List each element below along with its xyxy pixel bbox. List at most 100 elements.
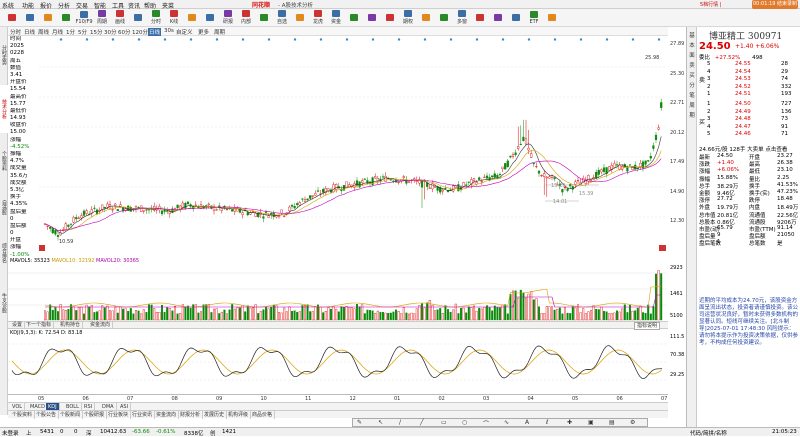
quote-side-tab-4[interactable]: 买 <box>687 71 697 79</box>
period-8[interactable]: 60分 <box>118 28 131 36</box>
toolbar-button-30[interactable] <box>544 10 560 25</box>
quote-side-tab-5[interactable]: 分 <box>687 81 697 89</box>
period-0[interactable]: 分时 <box>10 28 21 36</box>
quote-side-tab-2[interactable]: 面 <box>687 51 697 59</box>
toolbar-button-20[interactable] <box>364 10 380 25</box>
ask-row[interactable]: 1 24.51 193 <box>699 91 799 99</box>
indicator-help-button[interactable]: 指标说明 <box>633 322 660 330</box>
quote-side-tab-8[interactable]: 期 <box>687 111 697 119</box>
period-13[interactable]: 更多 <box>198 28 209 36</box>
left-tab-profile[interactable]: 个股资料 <box>0 139 8 183</box>
big-order-hint[interactable]: 24.66元/股 128手 大卖单 点击查看 <box>699 145 799 153</box>
bid-row[interactable]: 1 24.50 727 <box>699 101 799 109</box>
draw-tool-icon-10[interactable]: ✚ <box>567 419 572 426</box>
bid-row[interactable]: 5 24.46 71 <box>699 131 799 139</box>
quote-side-tab-0[interactable]: 基 <box>687 31 697 39</box>
draw-tool-icon-12[interactable]: ▤ <box>609 419 615 426</box>
left-tab-fenshi[interactable]: 分时走势 <box>0 31 8 79</box>
ask-row[interactable]: 3 24.53 74 <box>699 76 799 84</box>
info-tab-3[interactable]: 个股研报 <box>82 411 108 419</box>
toolbar-button-5[interactable]: 周期 <box>94 10 110 25</box>
toolbar-button-11[interactable] <box>202 10 218 25</box>
toolbar-button-3[interactable] <box>58 10 74 25</box>
toolbar-button-9[interactable]: K线 <box>166 10 182 25</box>
bid-row[interactable]: 3 24.48 73 <box>699 116 799 124</box>
toolbar-button-8[interactable]: 分时 <box>148 10 164 25</box>
toolbar-button-1[interactable] <box>22 10 38 25</box>
toolbar-button-23[interactable] <box>418 10 434 25</box>
toolbar-button-26[interactable] <box>472 10 488 25</box>
toolbar-button-2[interactable] <box>40 10 56 25</box>
period-5[interactable]: 5分 <box>78 28 87 36</box>
period-2[interactable]: 周线 <box>38 28 49 36</box>
ask-row[interactable]: 5 24.55 28 <box>699 61 799 69</box>
info-tab-7[interactable]: 财报分析 <box>178 411 204 419</box>
info-tab-10[interactable]: 商品价格 <box>250 411 276 419</box>
left-tab-watchlist[interactable]: 自选股 <box>0 189 8 225</box>
period-11[interactable]: 30s <box>164 28 174 34</box>
ask-row[interactable]: 4 24.54 29 <box>699 69 799 77</box>
bid-row[interactable]: 4 24.47 91 <box>699 124 799 132</box>
period-14[interactable]: 周期 <box>214 28 225 36</box>
toolbar-button-6[interactable]: 画线 <box>112 10 128 25</box>
draw-tool-icon-7[interactable]: ∿ <box>504 419 509 426</box>
draw-tool-icon-4[interactable]: ▭ <box>441 419 447 426</box>
toolbar-button-21[interactable] <box>382 10 398 25</box>
draw-tool-icon-8[interactable]: A <box>525 419 529 426</box>
period-4[interactable]: 1分 <box>66 28 75 36</box>
quote-side-tab-6[interactable]: 笔 <box>687 91 697 99</box>
info-tab-2[interactable]: 个股新闻 <box>58 411 84 419</box>
toolbar-button-24[interactable] <box>436 10 452 25</box>
period-6[interactable]: 15分 <box>90 28 103 36</box>
toolbar-button-17[interactable]: 龙虎 <box>310 10 326 25</box>
ask-row[interactable]: 2 24.52 332 <box>699 84 799 92</box>
toolbar-button-29[interactable]: ETF <box>526 10 542 25</box>
notify-text[interactable]: 5档行情 | <box>700 1 721 8</box>
toolbar-button-28[interactable] <box>508 10 524 25</box>
draw-tool-icon-11[interactable]: ▣ <box>588 419 594 426</box>
draw-tool-icon-13[interactable]: ⚙ <box>630 419 635 426</box>
quote-side-tab-3[interactable]: 卖 <box>687 61 697 69</box>
draw-tool-icon-5[interactable]: ○ <box>462 419 467 426</box>
quote-side-tab-7[interactable]: 周 <box>687 101 697 109</box>
info-tab-5[interactable]: 行业资讯 <box>130 411 156 419</box>
period-12[interactable]: 自定义 <box>176 28 193 36</box>
toolbar-button-18[interactable]: 资金 <box>328 10 344 25</box>
toolbar-button-15[interactable]: 自选 <box>274 10 290 25</box>
period-1[interactable]: 日线 <box>24 28 35 36</box>
toolbar-button-7[interactable] <box>130 10 146 25</box>
draw-tool-icon-3[interactable]: ╱ <box>420 419 424 426</box>
stock-news-text[interactable]: 近期的平均成本为24.70元，该股资金方面呈流出状态，投资者请谨慎投资。该公司运… <box>699 298 799 347</box>
kdj-chart[interactable] <box>8 330 667 394</box>
period-7[interactable]: 30分 <box>104 28 117 36</box>
period-3[interactable]: 月线 <box>52 28 63 36</box>
info-tab-1[interactable]: 个股公告 <box>34 411 60 419</box>
toolbar-button-13[interactable]: 内部 <box>238 10 254 25</box>
toolbar-button-14[interactable] <box>256 10 272 25</box>
toolbar-button-16[interactable] <box>292 10 308 25</box>
bid-row[interactable]: 2 24.49 136 <box>699 109 799 117</box>
left-tab-ranking[interactable]: 综合排名 <box>0 231 8 275</box>
sub-tab-2[interactable]: 机构持仓 <box>58 322 84 329</box>
draw-tool-icon-0[interactable]: ✎ <box>357 419 362 426</box>
info-tab-9[interactable]: 机构评级 <box>226 411 252 419</box>
quote-side-tab-1[interactable]: 本 <box>687 41 697 49</box>
record-timer[interactable]: 00:01:19 结束录制 <box>752 0 798 9</box>
info-tab-0[interactable]: 个股资料 <box>10 411 36 419</box>
candlestick-chart[interactable]: 25.98 10.59 15.29 15.39 14.01 <box>39 37 667 254</box>
period-9[interactable]: 120分 <box>132 28 148 36</box>
toolbar-button-19[interactable] <box>346 10 362 25</box>
toolbar-button-25[interactable]: 多窗 <box>454 10 470 25</box>
sub-tab-0[interactable]: 设置 <box>10 322 26 329</box>
info-tab-8[interactable]: 发展历史 <box>202 411 228 419</box>
toolbar-button-27[interactable] <box>490 10 506 25</box>
toolbar-button-12[interactable]: 研报 <box>220 10 236 25</box>
sub-tab-1[interactable]: 下一个指标 <box>24 322 55 329</box>
left-tab-technical[interactable]: 技术分析 <box>0 85 8 133</box>
info-tab-6[interactable]: 资金流向 <box>154 411 180 419</box>
toolbar-button-22[interactable]: 期权 <box>400 10 416 25</box>
sub-tab-3[interactable]: 资金流向 <box>88 322 114 329</box>
volume-chart[interactable] <box>8 257 667 321</box>
toolbar-button-4[interactable]: F10/F9 <box>76 10 93 25</box>
toolbar-button-10[interactable] <box>184 10 200 25</box>
